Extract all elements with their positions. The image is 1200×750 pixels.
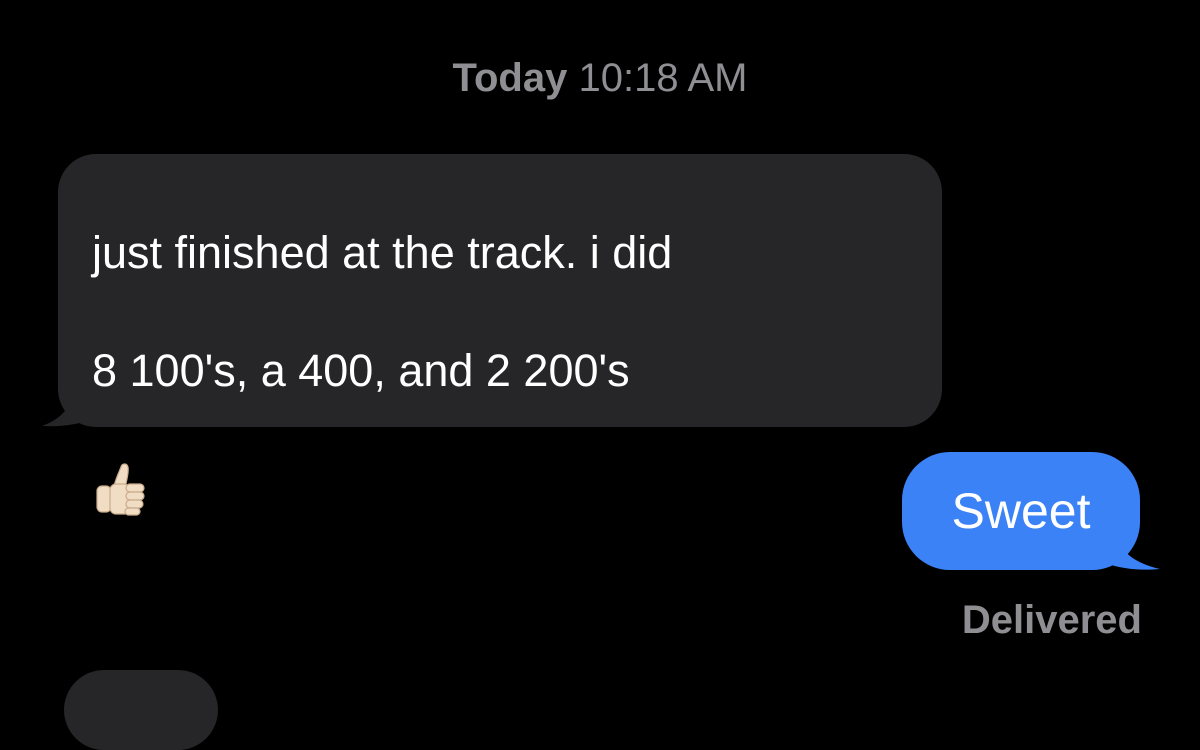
delivery-status: Delivered xyxy=(961,598,1142,642)
message-line: just finished at the track. i did xyxy=(92,227,673,278)
outgoing-message[interactable]: Sweet xyxy=(902,452,1162,570)
timestamp-day: Today xyxy=(452,56,568,100)
outgoing-bubble: Sweet xyxy=(902,452,1140,570)
incoming-message-partial[interactable] xyxy=(64,670,218,750)
incoming-bubble: just finished at the track. i did 8 100'… xyxy=(58,154,942,516)
incoming-message[interactable]: just finished at the track. i did 8 100'… xyxy=(40,154,942,516)
message-line: 8 100's, a 400, and 2 200's xyxy=(92,345,630,396)
thumbs-up-icon xyxy=(96,463,145,516)
conversation-timestamp: Today 10:18 AM xyxy=(0,56,1200,101)
timestamp-time: 10:18 AM xyxy=(578,56,748,100)
incoming-message-text: just finished at the track. i did 8 100'… xyxy=(92,184,902,466)
